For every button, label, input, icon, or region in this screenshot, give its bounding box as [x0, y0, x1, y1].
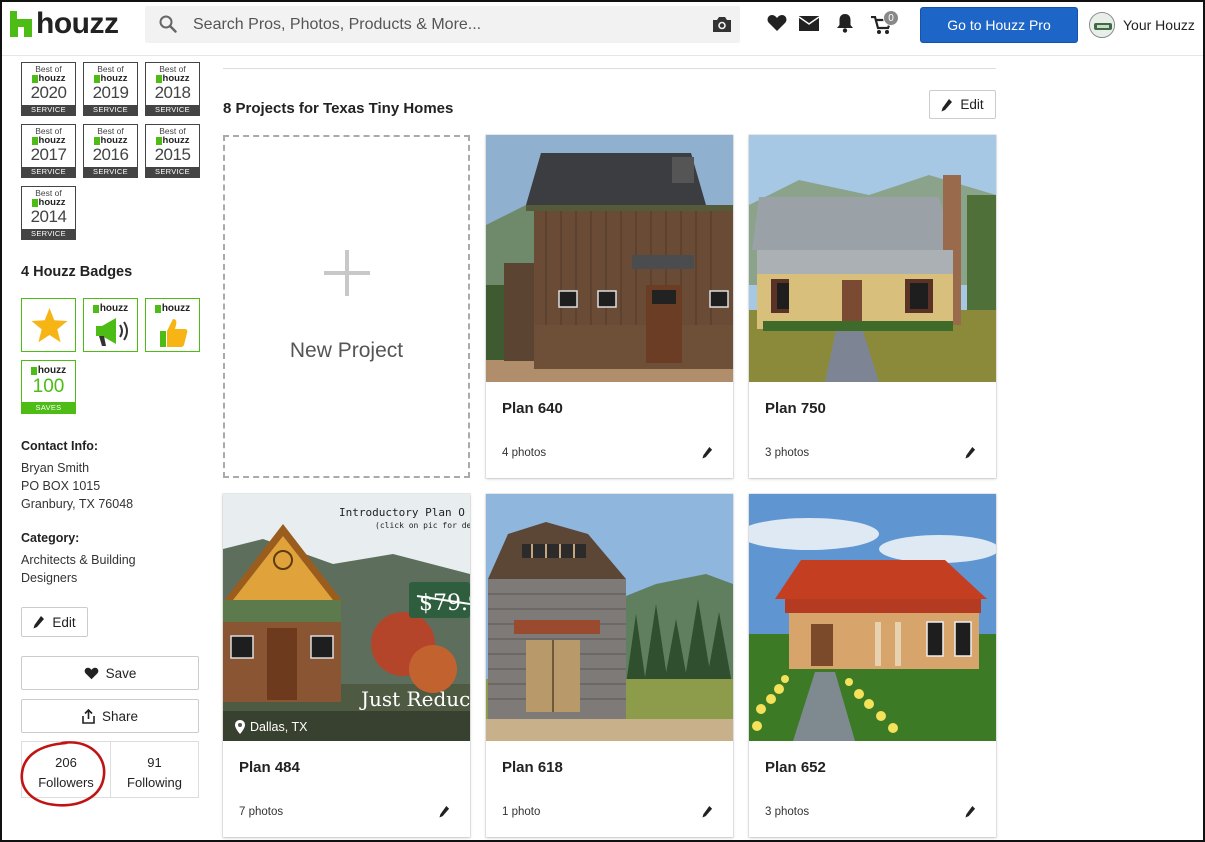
project-photo[interactable]: [749, 135, 996, 382]
heart-icon: [84, 667, 98, 679]
overlay-subtitle: (click on pic for details): [375, 521, 470, 530]
saves-badge[interactable]: houzz 100 SAVES: [21, 360, 76, 414]
contact-info-label: Contact Info:: [21, 439, 99, 453]
following-label: Following: [127, 775, 182, 790]
share-button[interactable]: Share: [21, 699, 199, 733]
category-line2: Designers: [21, 571, 78, 585]
plus-icon: [324, 250, 370, 296]
profile-sidebar: Best of houzz 2020 SERVICE Best of houzz…: [2, 57, 212, 840]
projects-title: 8 Projects for Texas Tiny Homes: [223, 100, 454, 117]
project-photo[interactable]: [486, 494, 733, 741]
share-icon: [82, 708, 95, 724]
follow-stats: 206 Followers 91 Following: [21, 741, 199, 798]
projects-section: 8 Projects for Texas Tiny Homes Edit New…: [212, 57, 1007, 840]
megaphone-icon: [96, 318, 128, 346]
megaphone-badge[interactable]: houzz: [83, 298, 138, 352]
project-photo[interactable]: [749, 494, 996, 741]
best-of-houzz-2014-award: Best of houzz 2014 SERVICE: [21, 186, 76, 240]
project-card-plan-618[interactable]: Plan 618 1 photo: [486, 494, 733, 837]
photo-count: 3 photos: [765, 447, 810, 459]
saves-count: 100: [32, 376, 65, 397]
pencil-icon: [941, 98, 953, 111]
project-name[interactable]: Plan 618: [502, 759, 563, 776]
saves-tag: SAVES: [22, 402, 75, 413]
save-label: Save: [105, 665, 137, 681]
projects-edit-button[interactable]: Edit: [929, 90, 996, 119]
following-stat[interactable]: 91 Following: [110, 742, 198, 797]
pencil-icon[interactable]: [702, 805, 713, 818]
project-card-plan-484[interactable]: $79.9 Introductory Plan O (click on pic …: [223, 494, 470, 837]
thumbs-up-icon: [160, 319, 188, 347]
save-button[interactable]: Save: [21, 656, 199, 690]
search-bar[interactable]: [145, 6, 740, 43]
location-tag: Dallas, TX: [235, 720, 307, 734]
best-of-houzz-2017-award: Best of houzz 2017 SERVICE: [21, 124, 76, 178]
following-count: 91: [147, 755, 162, 770]
share-label: Share: [101, 708, 139, 724]
thumbs-up-badge[interactable]: houzz: [145, 298, 200, 352]
edit-label: Edit: [960, 97, 984, 112]
best-of-houzz-2019-award: Best of houzz 2019 SERVICE: [83, 62, 138, 116]
bell-icon[interactable]: [836, 13, 854, 33]
new-project-label: New Project: [289, 339, 404, 362]
section-divider: [223, 68, 996, 69]
map-pin-icon: [235, 720, 245, 734]
best-of-houzz-2020-award: Best of houzz 2020 SERVICE: [21, 62, 76, 116]
project-card-plan-640[interactable]: Plan 640 4 photos: [486, 135, 733, 478]
star-icon: [31, 308, 68, 343]
new-project-tile[interactable]: New Project: [223, 135, 470, 478]
category-label: Category:: [21, 531, 80, 545]
best-of-houzz-2018-award: Best of houzz 2018 SERVICE: [145, 62, 200, 116]
top-header: houzz Search Pros, Photos, Products & Mo…: [2, 2, 1203, 56]
project-name[interactable]: Plan 652: [765, 759, 826, 776]
logo-text: houzz: [36, 7, 119, 40]
pencil-icon: [33, 616, 45, 629]
location-text: Dallas, TX: [250, 720, 308, 734]
avatar[interactable]: [1089, 12, 1115, 38]
your-houzz-link[interactable]: Your Houzz: [1123, 17, 1195, 33]
browser-frame: houzz Search Pros, Photos, Products & Mo…: [0, 0, 1205, 842]
star-badge[interactable]: [21, 298, 76, 352]
project-name[interactable]: Plan 750: [765, 400, 826, 417]
followers-count: 206: [55, 755, 77, 770]
houzz-logo[interactable]: houzz: [10, 7, 119, 40]
project-card-plan-652[interactable]: Plan 652 3 photos: [749, 494, 996, 837]
pencil-icon[interactable]: [702, 446, 713, 459]
sidebar-edit-button[interactable]: Edit: [21, 607, 88, 637]
contact-name: Bryan Smith: [21, 461, 90, 475]
project-card-plan-750[interactable]: Plan 750 3 photos: [749, 135, 996, 478]
photo-count: 1 photo: [502, 806, 541, 818]
heart-icon[interactable]: [767, 14, 787, 32]
camera-icon[interactable]: [712, 16, 732, 33]
photo-count: 7 photos: [239, 806, 284, 818]
overlay-title: Introductory Plan O: [339, 506, 465, 519]
cart-count-badge: 0: [883, 10, 899, 26]
badges-heading: 4 Houzz Badges: [21, 264, 133, 280]
pencil-icon[interactable]: [439, 805, 450, 818]
promo-overlay: Just Reduced to $2: [359, 687, 470, 711]
contact-address-line2: Granbury, TX 76048: [21, 497, 134, 511]
pencil-icon[interactable]: [965, 805, 976, 818]
best-of-houzz-2016-award: Best of houzz 2016 SERVICE: [83, 124, 138, 178]
followers-label: Followers: [38, 775, 94, 790]
mail-icon[interactable]: [799, 16, 819, 31]
project-photo[interactable]: $79.9 Introductory Plan O (click on pic …: [223, 494, 470, 741]
go-to-houzz-pro-button[interactable]: Go to Houzz Pro: [920, 7, 1078, 43]
project-name[interactable]: Plan 640: [502, 400, 563, 417]
best-of-houzz-2015-award: Best of houzz 2015 SERVICE: [145, 124, 200, 178]
contact-address-line1: PO BOX 1015: [21, 479, 101, 493]
pencil-icon[interactable]: [965, 446, 976, 459]
followers-stat[interactable]: 206 Followers: [22, 742, 110, 797]
category-line1: Architects & Building: [21, 553, 136, 567]
project-name[interactable]: Plan 484: [239, 759, 300, 776]
houzz-logo-icon: [10, 11, 32, 37]
edit-label: Edit: [52, 614, 76, 630]
search-icon: [159, 15, 177, 33]
search-input[interactable]: [193, 6, 703, 43]
photo-count: 4 photos: [502, 447, 547, 459]
photo-count: 3 photos: [765, 806, 810, 818]
project-photo[interactable]: [486, 135, 733, 382]
